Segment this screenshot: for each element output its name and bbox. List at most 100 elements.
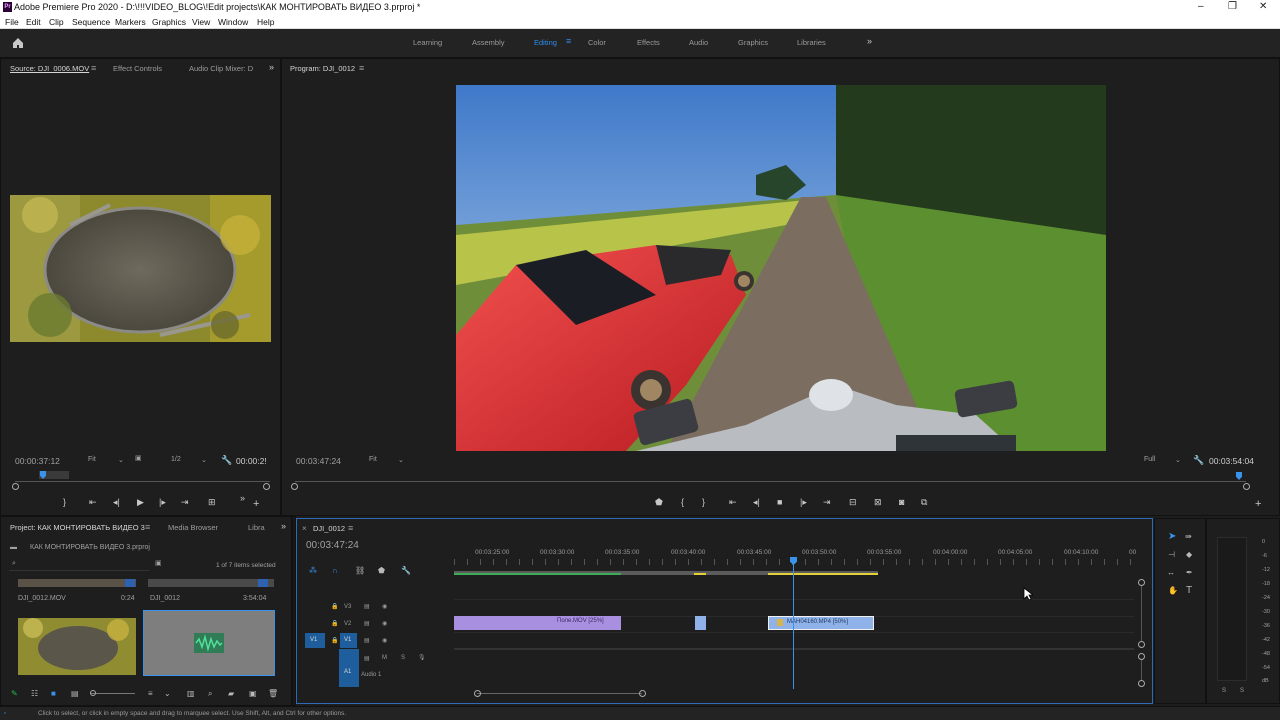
mark-in-icon[interactable]: {: [681, 497, 684, 507]
solo-left-button[interactable]: S: [1222, 688, 1226, 694]
mark-out-icon[interactable]: }: [63, 497, 66, 507]
project-item-name[interactable]: DJI_0012: [150, 595, 180, 602]
program-wrench-icon[interactable]: 🔧: [1193, 455, 1204, 466]
video-scroll-handle[interactable]: [1138, 641, 1145, 648]
timeline-clip[interactable]: [695, 616, 706, 630]
tab-program[interactable]: Program: DJI_0012: [290, 64, 355, 73]
program-timecode[interactable]: 00:03:47:24: [296, 456, 341, 466]
program-scrub-bar[interactable]: [295, 481, 1246, 482]
project-item-thumbnail[interactable]: [18, 618, 136, 675]
step-forward-icon[interactable]: |▸: [159, 497, 166, 508]
extract-icon[interactable]: ⊠: [874, 497, 882, 508]
sort-chevron-icon[interactable]: ⌄: [164, 689, 171, 699]
maximize-icon[interactable]: ❐: [1228, 1, 1237, 12]
program-fit-chevron-icon[interactable]: ⌄: [398, 456, 404, 464]
slider-handle[interactable]: [90, 690, 96, 696]
insert-icon[interactable]: ⊞: [208, 497, 216, 508]
workspace-audio[interactable]: Audio: [689, 38, 708, 47]
step-back-icon[interactable]: ◂|: [753, 497, 760, 508]
ripple-edit-tool-icon[interactable]: ⊣: [1168, 550, 1175, 560]
razor-tool-icon[interactable]: ◆: [1186, 550, 1192, 560]
more-workspaces-icon[interactable]: »: [867, 36, 872, 46]
find-icon[interactable]: ⌕: [208, 689, 212, 699]
project-more-panels-icon[interactable]: »: [281, 521, 286, 531]
timeline-playhead[interactable]: [793, 557, 794, 689]
pen-tool-icon[interactable]: ✒: [1186, 568, 1193, 578]
menu-window[interactable]: Window: [218, 17, 248, 27]
video-scrollbar[interactable]: [1141, 586, 1142, 641]
menu-sequence[interactable]: Sequence: [72, 17, 110, 27]
program-fit-select[interactable]: Fit: [369, 456, 377, 463]
write-lock-icon[interactable]: ✎: [11, 689, 18, 699]
audio-scrollbar[interactable]: [1141, 660, 1142, 680]
sync-lock-icon[interactable]: ▤: [364, 620, 370, 627]
more-buttons-icon[interactable]: »: [240, 493, 245, 503]
workspace-graphics[interactable]: Graphics: [738, 38, 768, 47]
hand-tool-icon[interactable]: ✋: [1168, 586, 1178, 596]
sync-lock-icon[interactable]: ▤: [364, 603, 370, 610]
add-marker-icon[interactable]: ⬟: [655, 497, 663, 508]
slip-tool-icon[interactable]: ↔: [1167, 568, 1175, 578]
source-timecode[interactable]: 00:00:37:12: [15, 456, 60, 466]
close-sequence-icon[interactable]: ×: [302, 524, 307, 533]
export-frame-icon[interactable]: ◙: [899, 497, 904, 507]
automate-to-sequence-icon[interactable]: ▥: [187, 689, 195, 699]
workspace-menu-icon[interactable]: ≡: [566, 36, 571, 46]
sync-lock-icon[interactable]: ▤: [364, 655, 370, 662]
track-select-tool-icon[interactable]: ⇛: [1185, 532, 1192, 542]
icon-view-icon[interactable]: ■: [51, 689, 56, 699]
minimize-icon[interactable]: –: [1198, 1, 1204, 12]
clear-icon[interactable]: 🗑: [268, 689, 278, 699]
eye-icon[interactable]: ◉: [382, 637, 387, 644]
resolution-chevron-icon[interactable]: ⌄: [201, 456, 207, 464]
tab-media-browser[interactable]: Media Browser: [168, 523, 218, 532]
wrench-icon[interactable]: 🔧: [221, 455, 232, 466]
comparison-view-icon[interactable]: ⧉: [921, 497, 927, 508]
timeline-timecode[interactable]: 00:03:47:24: [306, 540, 359, 551]
project-search-input[interactable]: [9, 559, 149, 571]
zoom-end-handle[interactable]: [639, 690, 646, 697]
add-button-icon[interactable]: +: [253, 498, 259, 510]
solo-right-button[interactable]: S: [1240, 688, 1244, 694]
freeform-view-icon[interactable]: ▤: [71, 689, 79, 699]
menu-help[interactable]: Help: [257, 17, 274, 27]
add-marker-timeline-icon[interactable]: ⬟: [378, 566, 385, 576]
lift-icon[interactable]: ⊟: [849, 497, 857, 508]
play-icon[interactable]: ▶: [137, 497, 144, 508]
menu-file[interactable]: File: [5, 17, 19, 27]
program-add-button-icon[interactable]: +: [1255, 498, 1261, 510]
snap-icon[interactable]: ∩: [332, 566, 338, 576]
source-scrub-bar[interactable]: [15, 481, 270, 482]
new-bin-icon[interactable]: ▰: [228, 689, 234, 699]
step-forward-icon[interactable]: |▸: [800, 497, 807, 508]
sync-lock-icon[interactable]: ▤: [364, 637, 370, 644]
playback-quality-select[interactable]: Full: [1144, 456, 1155, 463]
workspace-learning[interactable]: Learning: [413, 38, 442, 47]
program-zoom-start-handle[interactable]: [291, 483, 298, 490]
eye-icon[interactable]: ◉: [382, 620, 387, 627]
source-panel-menu-icon[interactable]: ≡: [91, 63, 96, 73]
tab-project[interactable]: Project: КАК МОНТИРОВАТЬ ВИДЕО 3: [10, 523, 145, 532]
menu-clip[interactable]: Clip: [49, 17, 64, 27]
video-scroll-handle[interactable]: [1138, 579, 1145, 586]
source-resolution-select[interactable]: 1/2: [171, 456, 181, 463]
snap-nest-icon[interactable]: ⁂: [309, 566, 317, 576]
audio-scroll-handle[interactable]: [1138, 680, 1145, 687]
track-target-a1[interactable]: [339, 649, 359, 687]
mute-button[interactable]: M: [382, 655, 387, 661]
settings-icon[interactable]: ▣: [135, 454, 142, 462]
project-item-name[interactable]: DJI_0012.MOV: [18, 595, 66, 602]
timeline-clip[interactable]: Поле.MOV [25%]: [454, 616, 621, 630]
workspace-color[interactable]: Color: [588, 38, 606, 47]
stop-icon[interactable]: ■: [777, 497, 782, 507]
menu-graphics[interactable]: Graphics: [152, 17, 186, 27]
lock-icon[interactable]: 🔒: [331, 603, 338, 610]
zoom-start-handle[interactable]: [474, 690, 481, 697]
sequence-thumbnail[interactable]: [143, 610, 275, 676]
program-playhead[interactable]: [1236, 472, 1242, 480]
workspace-assembly[interactable]: Assembly: [472, 38, 505, 47]
sort-icons-icon[interactable]: ≡: [148, 689, 153, 699]
solo-button[interactable]: S: [401, 655, 405, 661]
lock-icon[interactable]: 🔒: [331, 620, 338, 627]
program-zoom-end-handle[interactable]: [1243, 483, 1250, 490]
